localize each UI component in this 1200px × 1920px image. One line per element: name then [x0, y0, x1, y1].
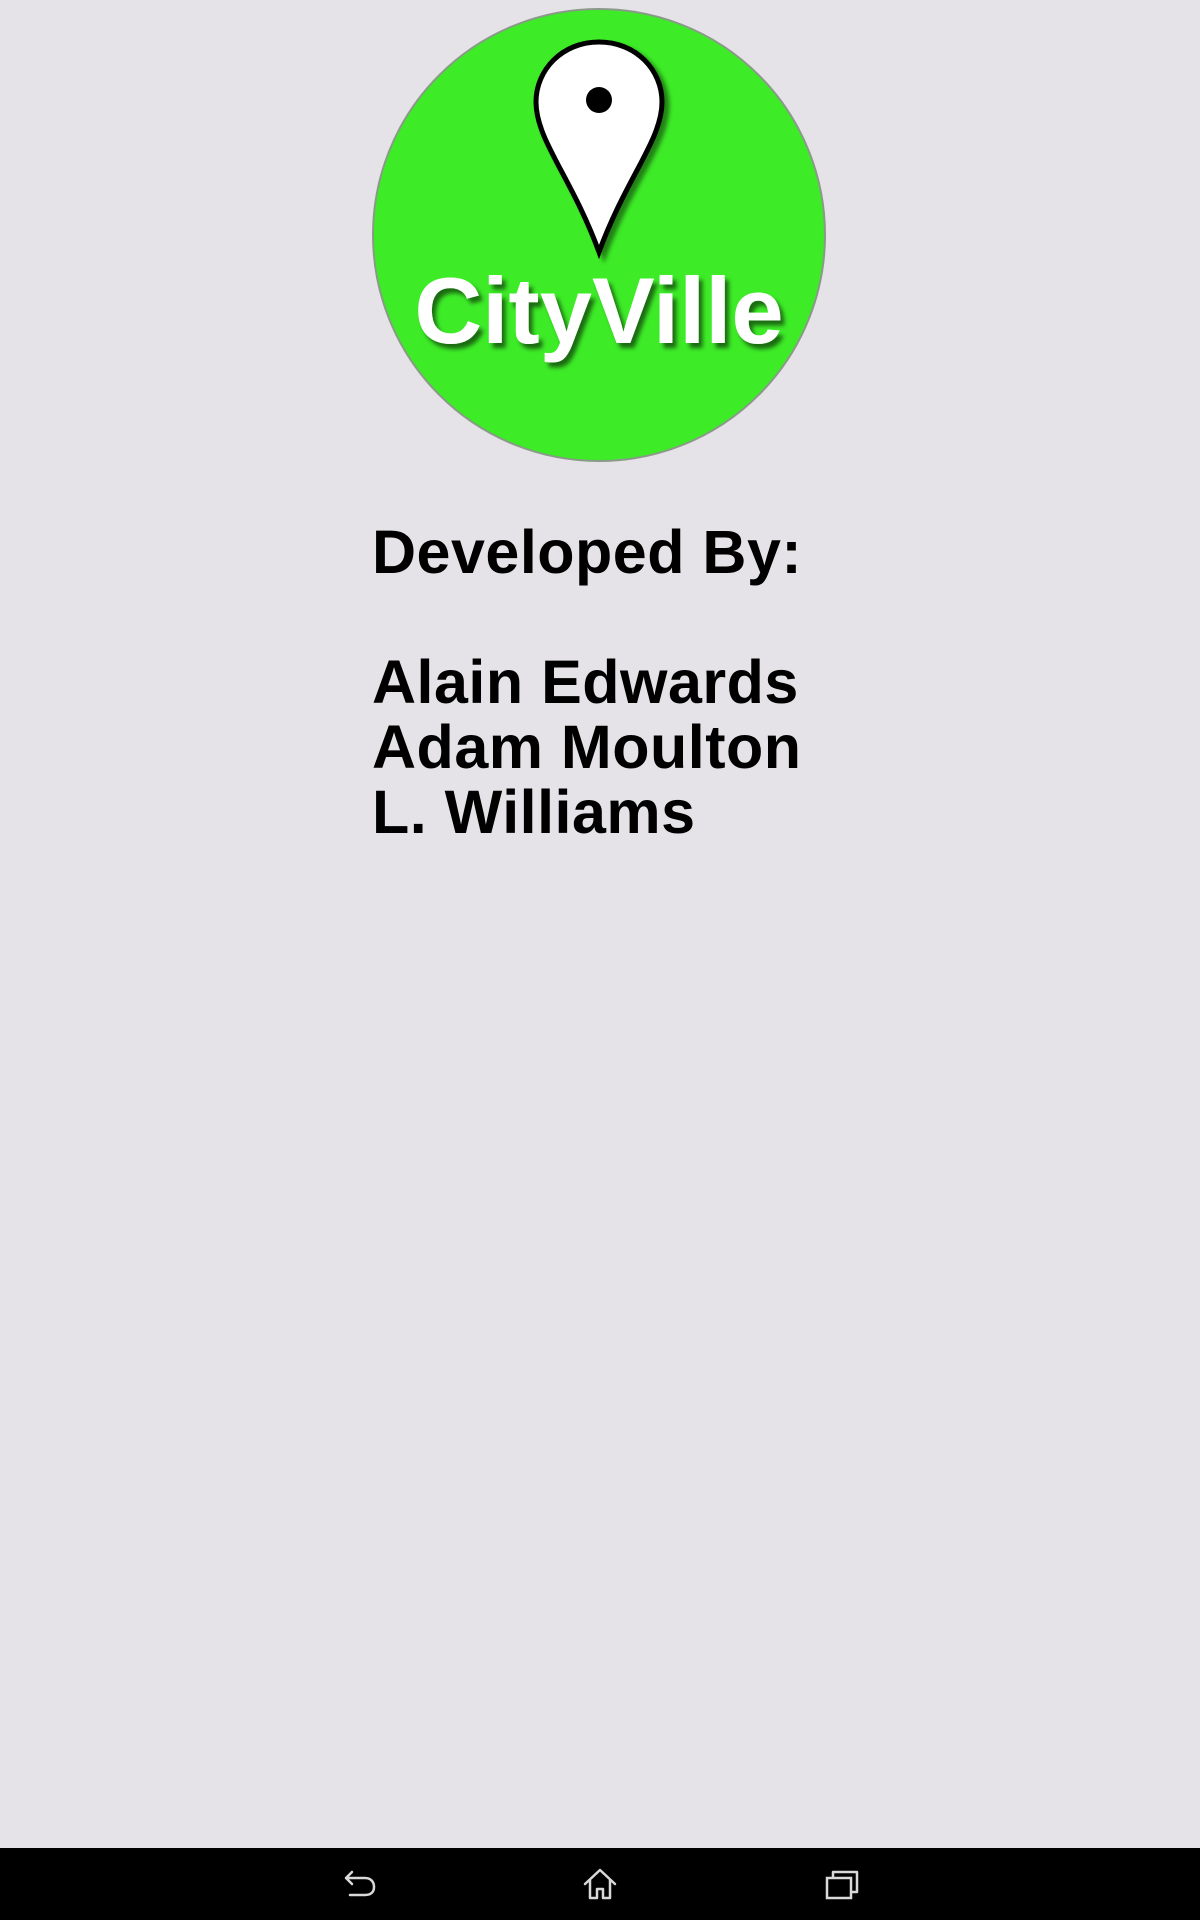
about-screen: CityVille Developed By: Alain Edwards Ad… — [0, 0, 1200, 1848]
developer-name: L. Williams — [372, 778, 696, 846]
back-icon — [344, 1870, 376, 1897]
app-logo: CityVille — [372, 8, 826, 462]
recent-apps-button[interactable] — [782, 1848, 902, 1920]
system-navigation-bar — [0, 1848, 1200, 1920]
home-icon — [583, 1868, 617, 1900]
credits-section: Developed By: Alain Edwards Adam Moulton… — [372, 520, 892, 845]
developer-name: Adam Moulton — [372, 713, 802, 781]
logo-text: CityVille — [414, 258, 783, 363]
home-button[interactable] — [540, 1848, 660, 1920]
back-button[interactable] — [298, 1848, 418, 1920]
credits-heading: Developed By: — [372, 518, 803, 586]
recent-apps-icon — [825, 1870, 859, 1900]
developer-name: Alain Edwards — [372, 648, 799, 716]
